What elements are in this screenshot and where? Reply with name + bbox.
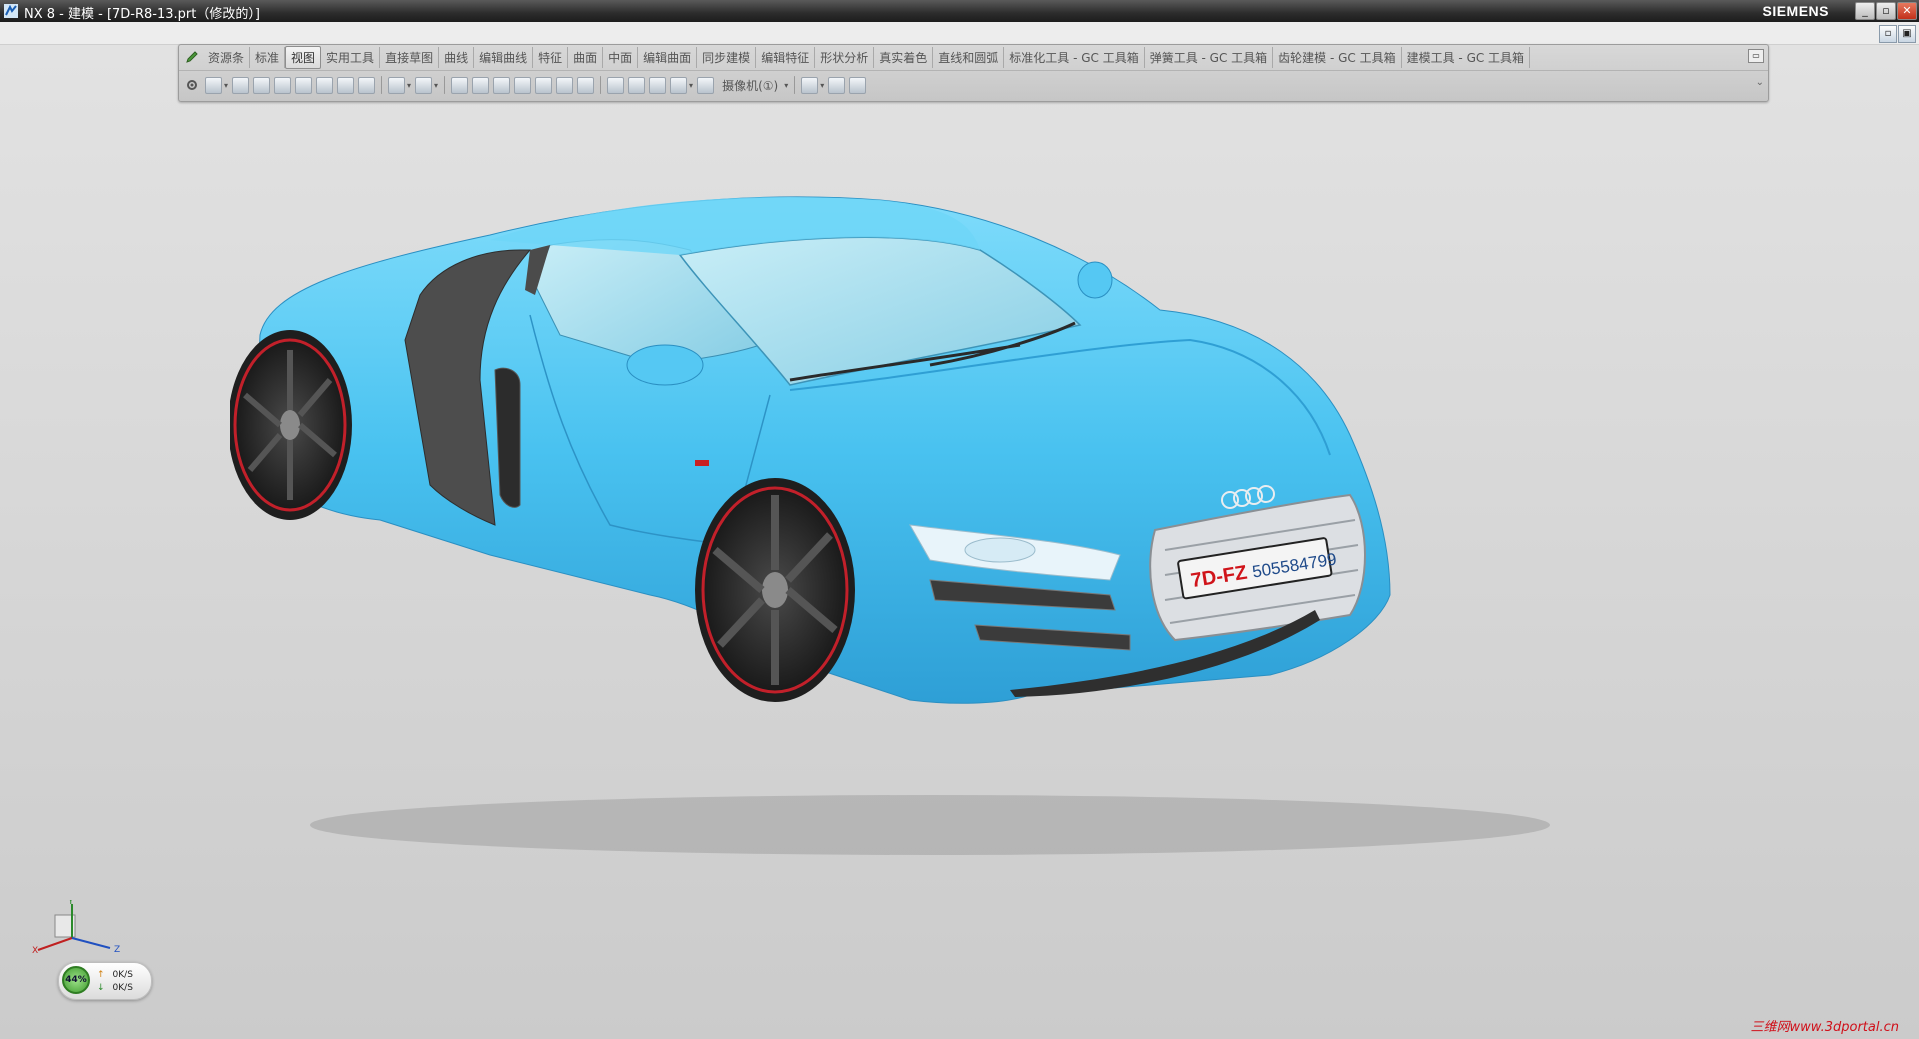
- download-rate-value: 0K/S: [112, 983, 133, 993]
- divider: [600, 76, 602, 94]
- window-title: NX 8 - 建模 - [7D-R8-13.prt（修改的）]: [24, 7, 260, 22]
- tab-shape-analysis[interactable]: 形状分析: [815, 46, 875, 68]
- gear-icon[interactable]: [183, 76, 201, 94]
- wcs-triad[interactable]: Y X Z: [30, 900, 130, 970]
- visual-dropdown-icon[interactable]: ▾: [689, 81, 693, 90]
- refresh-icon[interactable]: [337, 76, 355, 94]
- tile-window-icon[interactable]: ▣: [1898, 25, 1916, 43]
- zoom-icon[interactable]: [232, 76, 250, 94]
- tab-spring-tools[interactable]: 弹簧工具 - GC 工具箱: [1145, 46, 1274, 68]
- fit-view-icon[interactable]: [205, 76, 222, 94]
- rotate-icon[interactable]: [274, 76, 292, 94]
- front-view-icon[interactable]: [472, 76, 490, 94]
- x-axis-line: [37, 937, 73, 951]
- upload-rate-value: 0K/S: [112, 970, 133, 980]
- tab-edit-feature[interactable]: 编辑特征: [756, 46, 816, 68]
- undo-view-icon[interactable]: [801, 76, 819, 94]
- headlight-lens: [964, 537, 1036, 563]
- tab-standardization-tools[interactable]: 标准化工具 - GC 工具箱: [1004, 46, 1145, 68]
- orient-dropdown-icon[interactable]: ▾: [434, 81, 438, 90]
- close-button[interactable]: ✕: [1897, 2, 1917, 20]
- front-wheel[interactable]: [695, 478, 855, 702]
- camera-box-icon[interactable]: [697, 76, 715, 94]
- shaded-with-edges-icon[interactable]: [388, 76, 406, 94]
- left-mirror: [626, 344, 704, 386]
- background-icon[interactable]: [607, 76, 625, 94]
- tab-direct-sketch[interactable]: 直接草图: [380, 46, 440, 68]
- perspective-icon[interactable]: [316, 76, 334, 94]
- r8-side-badge: [695, 460, 709, 466]
- section-view-icon[interactable]: [628, 76, 646, 94]
- back-view-icon[interactable]: [514, 76, 532, 94]
- rear-hub-cap: [280, 410, 300, 440]
- isometric-view-icon[interactable]: [577, 76, 595, 94]
- tab-synchronous-modeling[interactable]: 同步建模: [697, 46, 757, 68]
- divider: [794, 76, 796, 94]
- snap-view-icon[interactable]: [849, 76, 867, 94]
- undo-dropdown-icon[interactable]: ▾: [820, 81, 824, 90]
- left-view-icon[interactable]: [556, 76, 574, 94]
- tab-gear-modeling[interactable]: 齿轮建模 - GC 工具箱: [1273, 46, 1402, 68]
- minimize-button[interactable]: _: [1855, 2, 1875, 20]
- network-monitor-widget[interactable]: 44% ↑ 0K/S ↓ 0K/S: [58, 962, 152, 1000]
- camera-select[interactable]: 摄像机(①): [722, 77, 778, 94]
- car-model-viewport[interactable]: 7D-FZ 505584799: [230, 195, 1620, 875]
- tab-edit-surface[interactable]: 编辑曲面: [638, 46, 698, 68]
- tab-standard[interactable]: 标准: [250, 46, 286, 68]
- camera-dropdown-icon[interactable]: ▾: [784, 81, 788, 90]
- divider: [381, 76, 383, 94]
- bottom-view-icon[interactable]: [535, 76, 553, 94]
- rear-wheel[interactable]: [230, 330, 352, 520]
- y-axis-label: Y: [67, 900, 74, 907]
- trimetric-view-icon[interactable]: [415, 76, 433, 94]
- tab-edit-curve[interactable]: 编辑曲线: [474, 46, 534, 68]
- menu-strip: [0, 22, 1919, 45]
- upload-rate: ↑ 0K/S: [97, 970, 133, 980]
- visual-settings-icon[interactable]: [670, 76, 688, 94]
- tab-lines-arcs[interactable]: 直线和圆弧: [933, 46, 1005, 68]
- restore-view-icon[interactable]: [358, 76, 376, 94]
- right-view-icon[interactable]: [493, 76, 511, 94]
- zoom-in-out-icon[interactable]: [253, 76, 271, 94]
- tab-modeling-tools[interactable]: 建模工具 - GC 工具箱: [1402, 46, 1531, 68]
- z-axis-line: [71, 937, 111, 949]
- divider: [444, 76, 446, 94]
- x-axis-label: X: [32, 946, 38, 956]
- title-bar: NX 8 - 建模 - [7D-R8-13.prt（修改的）] SIEMENS …: [0, 0, 1919, 22]
- watermark: 三维网www.3dportal.cn: [1750, 1020, 1899, 1035]
- tab-surface[interactable]: 曲面: [568, 46, 604, 68]
- usage-gauge: 44%: [62, 966, 90, 994]
- siemens-logo: SIEMENS: [1762, 3, 1829, 19]
- tab-midsurface[interactable]: 中面: [603, 46, 639, 68]
- fit-dropdown-icon[interactable]: ▾: [224, 81, 228, 90]
- front-hub-cap: [762, 572, 788, 608]
- tab-view[interactable]: 视图: [285, 45, 322, 69]
- tab-true-shading[interactable]: 真实着色: [874, 46, 934, 68]
- view-toolbar: ▾ ▾ ▾ ▾ 摄像机(①) ▾ ▾: [179, 70, 1768, 99]
- restore-window-icon[interactable]: ▫: [1879, 25, 1897, 43]
- redo-view-icon[interactable]: [828, 76, 846, 94]
- z-axis-label: Z: [114, 945, 120, 955]
- render-style-dropdown-icon[interactable]: ▾: [407, 81, 411, 90]
- right-mirror: [1077, 261, 1113, 299]
- ribbon-options-icon[interactable]: ▭: [1748, 49, 1764, 63]
- pan-icon[interactable]: [295, 76, 313, 94]
- maximize-button[interactable]: ▫: [1876, 2, 1896, 20]
- tab-curve[interactable]: 曲线: [439, 46, 475, 68]
- down-arrow-icon: ↓: [97, 983, 105, 993]
- toolbar-ribbon: 资源条 标准 视图 实用工具 直接草图 曲线 编辑曲线 特征 曲面 中面 编辑曲…: [178, 44, 1769, 102]
- chevron-down-icon[interactable]: ⌄: [1756, 77, 1764, 88]
- ground-shadow: [310, 795, 1550, 855]
- edit-section-icon[interactable]: [649, 76, 667, 94]
- tab-feature[interactable]: 特征: [533, 46, 569, 68]
- top-view-icon[interactable]: [451, 76, 469, 94]
- toolbar-tabs: 资源条 标准 视图 实用工具 直接草图 曲线 编辑曲线 特征 曲面 中面 编辑曲…: [179, 45, 1768, 69]
- up-arrow-icon: ↑: [97, 970, 105, 980]
- pencil-icon[interactable]: [183, 48, 201, 66]
- tab-utilities[interactable]: 实用工具: [321, 46, 381, 68]
- nx-app-icon[interactable]: [4, 4, 18, 18]
- tab-resource-bar[interactable]: 资源条: [203, 46, 251, 68]
- download-rate: ↓ 0K/S: [97, 983, 133, 993]
